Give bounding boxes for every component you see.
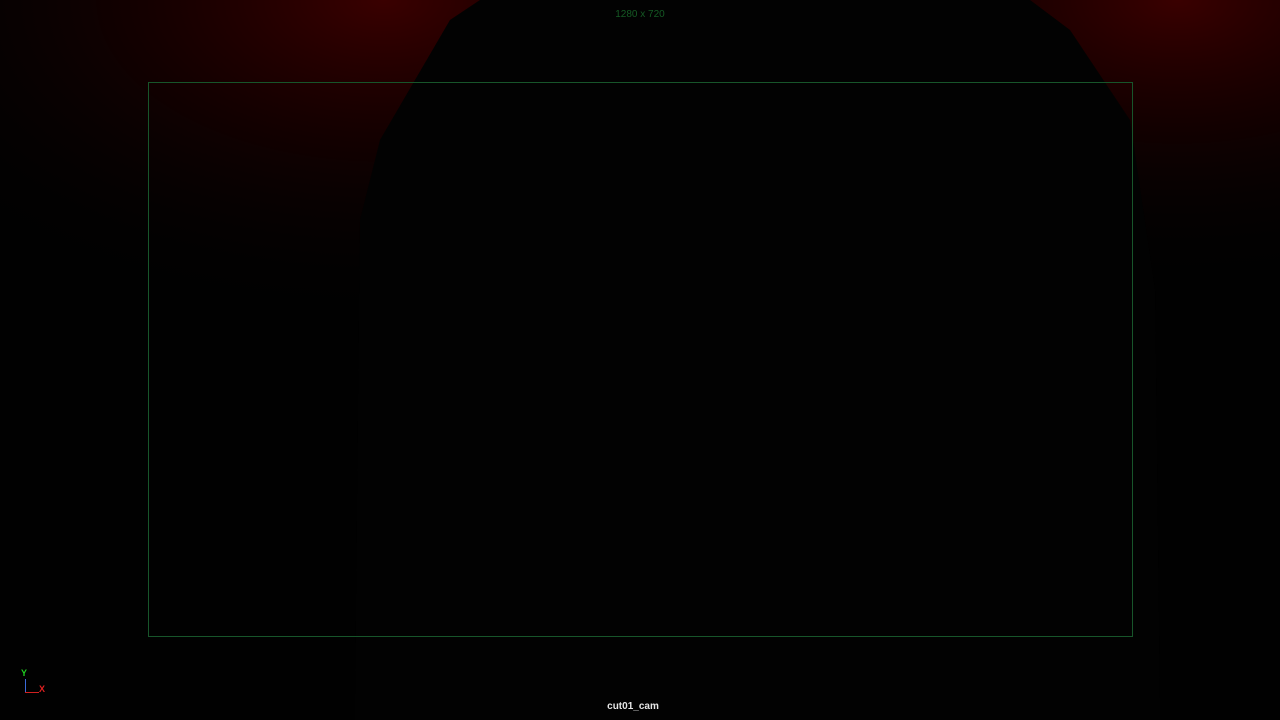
resolution-label: 1280 x 720: [615, 9, 665, 20]
camera-name-label: cut01_cam: [607, 701, 659, 712]
axis-y-label: Y: [21, 668, 28, 678]
camera-viewport[interactable]: 1280 x 720 Y X cut01_cam: [0, 0, 1280, 720]
resolution-gate: [148, 82, 1133, 637]
axis-x-line: [25, 692, 39, 693]
axis-x-label: X: [39, 684, 46, 694]
axis-gizmo: Y X: [18, 666, 52, 698]
axis-y-line: [25, 679, 26, 693]
